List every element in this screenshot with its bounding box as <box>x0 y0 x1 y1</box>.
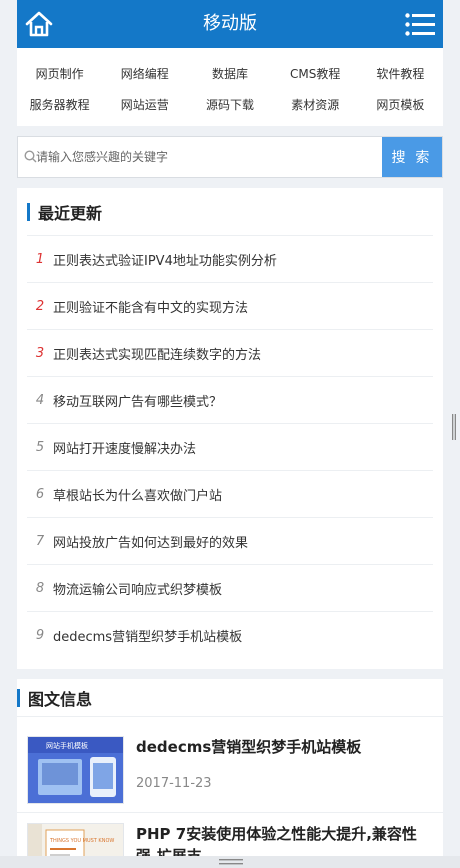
search-input[interactable] <box>18 137 382 177</box>
title-accent-bar <box>27 202 30 221</box>
nav-item-database[interactable]: 数据库 <box>187 59 272 90</box>
rank-number: 4 <box>35 392 45 408</box>
gallery-title: 图文信息 <box>17 679 443 717</box>
rank-number: 1 <box>35 251 45 267</box>
list-item[interactable]: 6 草根站长为什么喜欢做门户站 <box>27 471 433 518</box>
nav-item-templates[interactable]: 网页模板 <box>358 90 443 121</box>
recent-list: 1 正则表达式验证IPV4地址功能实例分析 2 正则验证不能含有中文的实现方法 3正… <box>27 236 433 659</box>
category-nav: 网页制作 网络编程 数据库 CMS教程 软件教程 服务器教程 网站运营 源码下载… <box>17 48 443 126</box>
search-field <box>18 137 382 177</box>
article-link[interactable]: 正则表达式验证IPV4地址功能实例分析 <box>53 250 277 269</box>
article-thumbnail[interactable]: 网站手机模板 <box>27 736 124 804</box>
search-button[interactable]: 搜 索 <box>382 137 442 177</box>
list-item[interactable]: 3 正则表达式实现匹配连续数字的方法 <box>27 330 433 377</box>
bottom-scrollbar[interactable] <box>0 856 460 868</box>
rank-number: 5 <box>35 439 45 455</box>
list-item[interactable]: 9 dedecms营销型织梦手机站模板 <box>27 612 433 659</box>
rank-number: 8 <box>35 580 45 596</box>
recent-title: 最近更新 <box>27 188 433 236</box>
article-link[interactable]: 网站打开速度慢解决办法 <box>53 438 196 457</box>
rank-number: 7 <box>35 533 45 549</box>
card-title[interactable]: dedecms营销型织梦手机站模板 <box>136 738 361 756</box>
search-bar: 搜 索 <box>17 136 443 178</box>
card-info: dedecms营销型织梦手机站模板 2017-11-23 <box>124 736 433 804</box>
page-title: 移动版 <box>203 13 257 34</box>
nav-item-source-code[interactable]: 源码下载 <box>187 90 272 121</box>
nav-item-operations[interactable]: 网站运营 <box>102 90 187 121</box>
title-accent-bar <box>17 688 20 707</box>
list-item[interactable]: 1 正则表达式验证IPV4地址功能实例分析 <box>27 236 433 283</box>
gallery-title-text: 图文信息 <box>28 689 93 709</box>
thumbnail-image: 网站手机模板 <box>28 737 123 803</box>
nav-item-web-design[interactable]: 网页制作 <box>17 59 102 90</box>
rank-number: 6 <box>35 486 45 502</box>
list-item[interactable]: 8 物流运输公司响应式织梦模板 <box>27 565 433 612</box>
rank-number: 2 <box>35 298 45 314</box>
rank-number: 3 <box>35 345 45 361</box>
card-date: 2017-11-23 <box>136 776 212 791</box>
article-link[interactable]: 草根站长为什么喜欢做门户站 <box>53 485 222 504</box>
recent-title-text: 最近更新 <box>38 203 103 223</box>
thumbnail-caption: 网站手机模板 <box>46 741 88 750</box>
nav-row-2: 服务器教程 网站运营 源码下载 素材资源 网页模板 <box>17 90 443 121</box>
nav-item-assets[interactable]: 素材资源 <box>273 90 358 121</box>
article-link[interactable]: dedecms营销型织梦手机站模板 <box>53 626 242 645</box>
nav-row-1: 网页制作 网络编程 数据库 CMS教程 软件教程 <box>17 59 443 90</box>
list-item[interactable]: 5 网站打开速度慢解决办法 <box>27 424 433 471</box>
header-bar: 移动版 <box>17 0 443 48</box>
article-link[interactable]: 正则表达式实现匹配连续数字的方法 <box>53 344 261 363</box>
list-item[interactable]: 7 网站投放广告如何达到最好的效果 <box>27 518 433 565</box>
article-link[interactable]: 移动互联网广告有哪些模式？ <box>53 391 222 410</box>
thumbnail-caption: THINGS YOU MUST KNOW <box>49 838 114 844</box>
rank-number: 9 <box>35 628 45 643</box>
search-icon <box>24 150 37 163</box>
list-item[interactable]: 2 正则验证不能含有中文的实现方法 <box>27 283 433 330</box>
article-link[interactable]: 物流运输公司响应式织梦模板 <box>53 579 222 598</box>
menu-icon[interactable] <box>405 13 435 36</box>
nav-item-programming[interactable]: 网络编程 <box>102 59 187 90</box>
grip-icon[interactable] <box>219 858 243 866</box>
nav-item-cms[interactable]: CMS教程 <box>273 59 358 90</box>
nav-item-software[interactable]: 软件教程 <box>358 59 443 90</box>
article-link[interactable]: 网站投放广告如何达到最好的效果 <box>53 532 248 551</box>
list-item[interactable]: 4 移动互联网广告有哪些模式？ <box>27 377 433 424</box>
gallery-card[interactable]: 网站手机模板 dedecms营销型织梦手机站模板 2017-11-23 <box>17 717 443 813</box>
gallery-panel: 图文信息 网站手机模板 dedecms营销型织梦手机站模板 2017-11-23 <box>17 679 443 868</box>
scroll-handle-icon[interactable] <box>452 414 456 440</box>
nav-item-server[interactable]: 服务器教程 <box>17 90 102 121</box>
article-link[interactable]: 正则验证不能含有中文的实现方法 <box>53 297 248 316</box>
mobile-page: 移动版 网页制作 网络编程 数据库 CMS教程 软件教程 服务器教程 网站运营 … <box>17 0 443 868</box>
recent-panel: 最近更新 1 正则表达式验证IPV4地址功能实例分析 2 正则验证不能含有中文的实现… <box>17 188 443 669</box>
